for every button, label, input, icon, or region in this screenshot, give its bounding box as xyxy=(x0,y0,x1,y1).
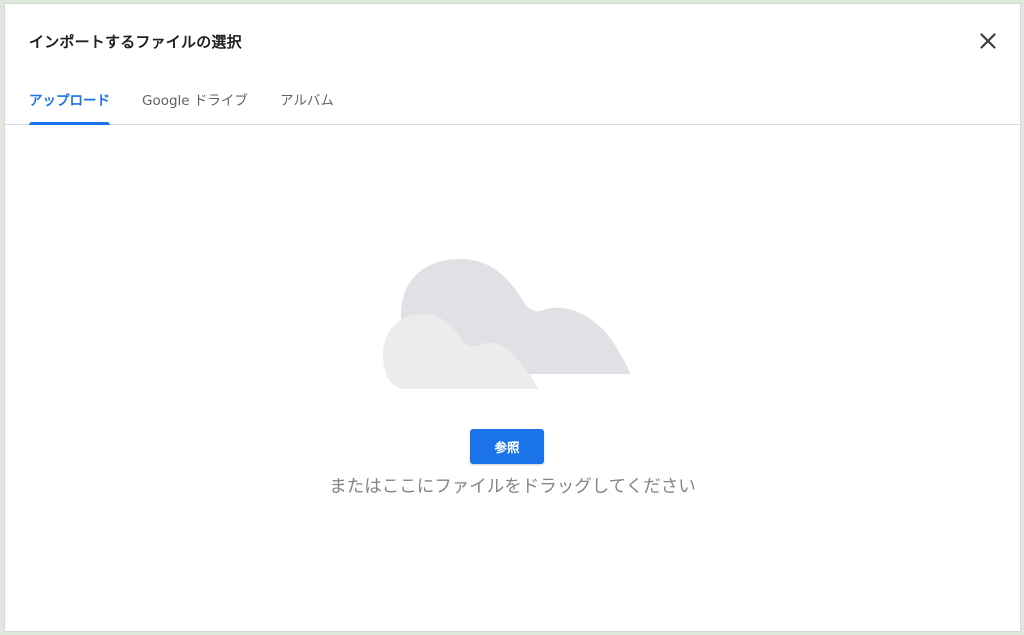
dialog-title: インポートするファイルの選択 xyxy=(29,33,242,51)
close-button[interactable] xyxy=(976,29,1000,53)
tab-upload[interactable]: アップロード xyxy=(29,80,110,125)
tab-google-drive-label: Google ドライブ xyxy=(142,93,248,109)
tab-upload-label: アップロード xyxy=(29,93,110,109)
tab-google-drive[interactable]: Google ドライブ xyxy=(142,80,248,124)
tab-album[interactable]: アルバム xyxy=(280,80,334,124)
close-icon xyxy=(980,33,996,49)
tab-album-label: アルバム xyxy=(280,93,334,109)
drag-drop-hint: またはここにファイルをドラッグしてください xyxy=(329,477,696,497)
cloud-icon xyxy=(383,256,643,400)
active-tab-indicator xyxy=(29,122,110,125)
tab-bar: アップロード Google ドライブ アルバム xyxy=(5,80,1020,125)
import-file-dialog: インポートするファイルの選択 アップロード Google ドライブ アルバム 参… xyxy=(4,3,1021,632)
browse-button[interactable]: 参照 xyxy=(470,429,544,464)
